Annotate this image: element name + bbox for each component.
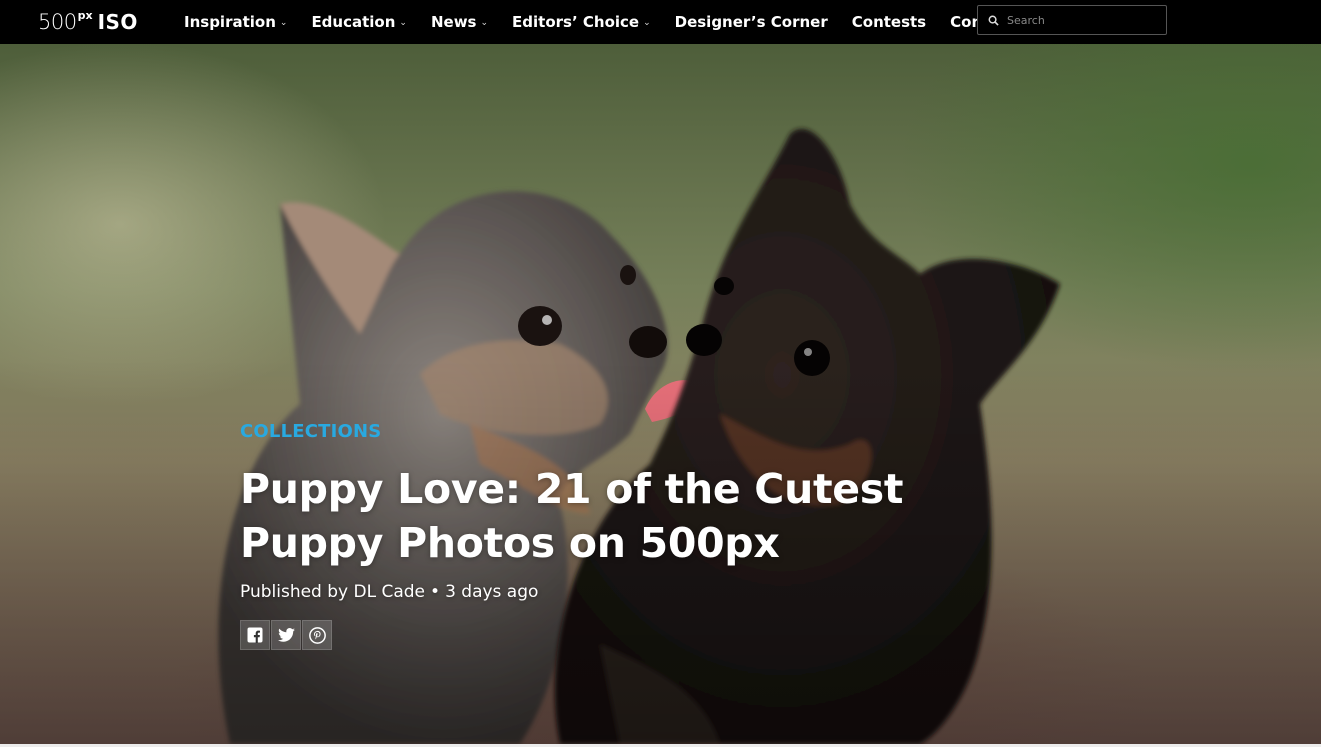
share-buttons [240, 620, 333, 650]
nav-item-designers-corner[interactable]: Designer’s Corner [675, 13, 828, 31]
pinterest-share-button[interactable] [302, 620, 332, 650]
byline-separator: • [430, 582, 441, 602]
nav-item-contests[interactable]: Contests [852, 13, 926, 31]
nav-item-editors-choice[interactable]: Editors’ Choice ⌄ [512, 13, 651, 31]
facebook-share-button[interactable] [240, 620, 270, 650]
nav-item-education[interactable]: Education ⌄ [311, 13, 407, 31]
chevron-down-icon: ⌄ [643, 18, 651, 28]
article-title[interactable]: Puppy Love: 21 of the Cutest Puppy Photo… [240, 462, 920, 570]
chevron-down-icon: ⌄ [480, 18, 489, 28]
category-link[interactable]: COLLECTIONS [240, 420, 1000, 444]
chevron-down-icon: ⌄ [279, 18, 288, 28]
search-input[interactable] [1007, 13, 1157, 27]
nav-item-inspiration[interactable]: Inspiration ⌄ [184, 13, 287, 31]
published-ago: 3 days ago [445, 582, 539, 602]
nav-item-label: News [430, 13, 477, 31]
top-navigation: 500 px ISO Inspiration ⌄ Education ⌄ New… [0, 0, 1321, 44]
article-byline: Published by DL Cade • 3 days ago [240, 580, 1000, 604]
twitter-icon [277, 628, 295, 642]
nav-item-label: Editors’ Choice [512, 13, 640, 31]
search-box[interactable] [977, 5, 1167, 35]
nav-item-label: Designer’s Corner [674, 13, 828, 31]
hero-text: COLLECTIONS Puppy Love: 21 of the Cutest… [240, 420, 1000, 604]
byline-prefix: Published by [240, 582, 349, 602]
main-menu: Inspiration ⌄ Education ⌄ News ⌄ Editors… [184, 0, 1066, 44]
logo-superscript: px [77, 9, 93, 22]
logo-suffix: ISO [97, 10, 138, 34]
chevron-down-icon: ⌄ [399, 18, 407, 28]
nav-item-label: Contests [851, 13, 927, 31]
pinterest-icon [308, 626, 326, 644]
nav-item-news[interactable]: News ⌄ [431, 13, 488, 31]
hero-banner [0, 44, 1321, 744]
author-link[interactable]: DL Cade [354, 582, 426, 602]
hero-overlay [0, 44, 1321, 744]
twitter-share-button[interactable] [271, 620, 301, 650]
logo-number: 500 [38, 10, 77, 34]
nav-item-label: Education [311, 13, 396, 31]
search-icon [988, 15, 999, 26]
facebook-icon [247, 627, 263, 643]
nav-item-label: Inspiration [184, 13, 276, 31]
site-logo[interactable]: 500 px ISO [38, 9, 138, 35]
